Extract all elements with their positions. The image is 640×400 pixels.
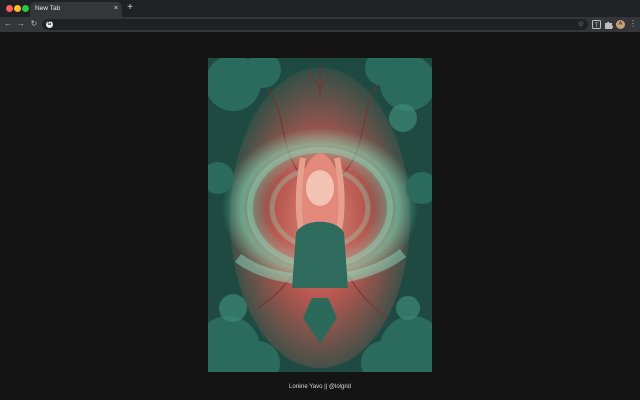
google-icon: G: [46, 21, 53, 28]
window-minimize-button[interactable]: [14, 5, 21, 12]
new-tab-button[interactable]: +: [125, 3, 135, 13]
extensions-puzzle-icon[interactable]: [604, 20, 613, 29]
tab-new-tab[interactable]: New Tab ×: [30, 2, 122, 17]
window-close-button[interactable]: [6, 5, 13, 12]
translate-icon[interactable]: T: [592, 20, 601, 29]
toolbar: ← → ↻ G ☆ T A ⋮: [0, 17, 640, 32]
forward-icon[interactable]: →: [16, 19, 26, 29]
tab-title: New Tab: [35, 5, 61, 12]
bookmark-star-icon[interactable]: ☆: [578, 19, 584, 30]
tab-strip: New Tab × +: [0, 0, 640, 17]
window-maximize-button[interactable]: [22, 5, 29, 12]
artwork-caption: Lorène Yavo || @lolgrid: [288, 384, 352, 390]
featured-artwork: [208, 58, 432, 372]
svg-text:T: T: [595, 23, 599, 29]
reload-icon[interactable]: ↻: [29, 19, 39, 29]
address-bar[interactable]: G ☆: [42, 19, 588, 30]
address-input[interactable]: [56, 19, 571, 30]
back-icon[interactable]: ←: [3, 19, 13, 29]
menu-icon[interactable]: ⋮: [628, 19, 638, 29]
tab-close-icon[interactable]: ×: [114, 4, 118, 14]
profile-avatar[interactable]: A: [616, 20, 625, 29]
